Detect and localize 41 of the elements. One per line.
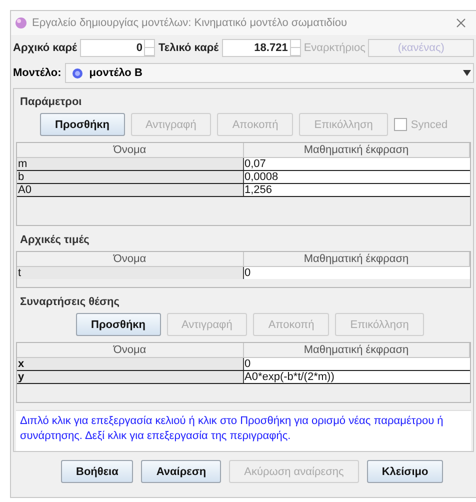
add-button[interactable]: Προσθήκη: [76, 313, 161, 336]
name-cell: t: [17, 267, 244, 279]
dropdown-arrow-icon: [463, 70, 471, 76]
name-cell: m: [17, 158, 244, 170]
undo-button[interactable]: Αναίρεση: [141, 460, 222, 483]
column-header: Όνομα: [17, 252, 244, 267]
add-button[interactable]: Προσθήκη: [40, 113, 125, 136]
expression-cell: 0: [244, 267, 470, 279]
expression-cell: A0*exp(-b*t/(2*m)): [244, 371, 470, 383]
column-header: Όνομα: [17, 343, 244, 358]
section-title: Παράμετροι: [19, 96, 83, 110]
column-header: Μαθηματική έκφραση: [244, 343, 470, 358]
name-cell: x: [17, 358, 244, 370]
window-title: Εργαλείο δημιουργίας μοντέλων: Κινηματικό μοντέλο σωματιδίου: [32, 17, 348, 29]
synced-checkbox[interactable]: Synced: [394, 118, 448, 131]
expression-cell: 0,07: [244, 158, 470, 170]
name-cell: b: [17, 171, 244, 183]
column-header: Όνομα: [17, 143, 244, 158]
help-text: Διπλό κλικ για επεξεργασία κελιού ή κλικ στο Προσθήκη για ορισμό νέας παραμέτρου ή συνάρτησης. Δεξί κλικ για επεξεργασία της περιγραφής.: [16, 410, 471, 451]
name-cell: A0: [17, 184, 244, 196]
model-icon: [72, 68, 84, 78]
column-header: Μαθηματική έκφραση: [244, 252, 470, 267]
trigger-label: Εναρκτήριος: [304, 42, 366, 54]
model-dropdown[interactable]: μοντέλο B: [65, 63, 474, 83]
start-frame-spinner[interactable]: 0: [80, 39, 156, 57]
expression-cell: 1,256: [244, 184, 470, 196]
expression-cell: 0,0008: [244, 171, 470, 183]
model-label: Μοντέλο:: [13, 67, 62, 79]
start-frame-label: Αρχικό καρέ: [13, 42, 77, 54]
expression-cell: 0: [244, 358, 470, 370]
section-title: Συναρτήσεις θέσης: [19, 296, 120, 310]
section-title: Αρχικές τιμές: [19, 234, 90, 248]
help-button[interactable]: Βοήθεια: [61, 460, 134, 483]
close-icon[interactable]: [456, 18, 466, 28]
trigger-field[interactable]: (κανένας): [368, 39, 474, 57]
close-button[interactable]: Κλείσιμο: [366, 460, 444, 483]
column-header: Μαθηματική έκφραση: [244, 143, 470, 158]
name-cell: y: [17, 371, 244, 383]
end-frame-label: Τελικό καρέ: [158, 42, 219, 54]
end-frame-spinner[interactable]: 18.721: [222, 39, 301, 57]
app-icon: [15, 17, 27, 29]
